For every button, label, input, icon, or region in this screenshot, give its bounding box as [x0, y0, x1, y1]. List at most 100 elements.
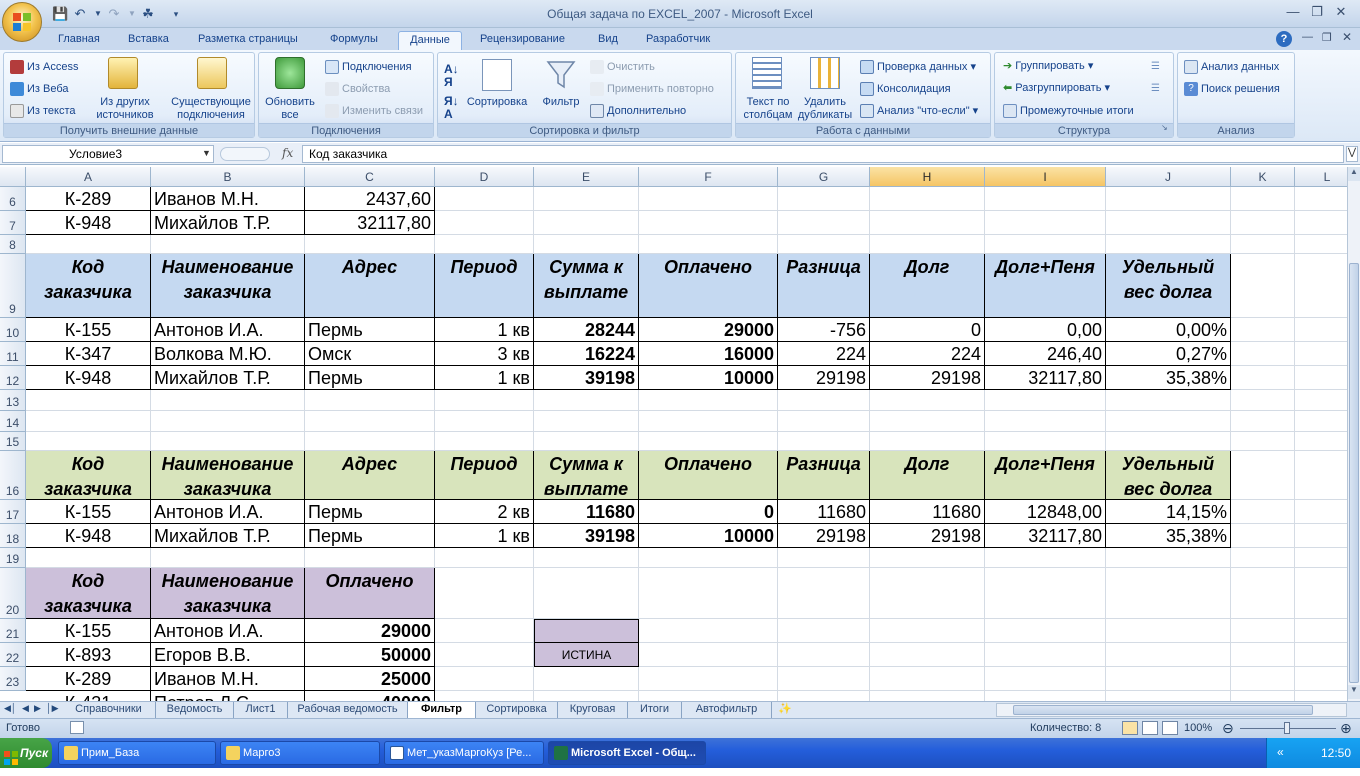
column-header-c[interactable]: C — [305, 167, 435, 187]
prev-sheet-icon[interactable]: ◀ — [22, 703, 29, 714]
table3-cell[interactable]: 25000 — [305, 667, 435, 691]
edit-links-button[interactable]: Изменить связи — [325, 104, 423, 118]
table1-header-cell[interactable]: Наименование заказчика — [151, 254, 305, 318]
data-analysis-button[interactable]: Анализ данных — [1184, 60, 1279, 74]
consolidate-button[interactable]: Консолидация — [860, 82, 951, 96]
table2-cell[interactable]: 35,38% — [1106, 524, 1231, 548]
table1-header-cell[interactable]: Оплачено — [639, 254, 778, 318]
column-header-d[interactable]: D — [435, 167, 534, 187]
table1-cell[interactable]: 0 — [870, 318, 985, 342]
reapply-button[interactable]: Применить повторно — [590, 82, 714, 96]
task-folder-margo3[interactable]: Марго3 — [220, 741, 380, 765]
table2-cell[interactable]: 2 кв — [435, 500, 534, 524]
insert-function-icon[interactable]: fx — [282, 146, 293, 160]
cell-amount[interactable]: 32117,80 — [305, 211, 435, 235]
other-sources-button[interactable]: Из других источников — [90, 96, 160, 122]
vertical-scrollbar[interactable]: ▲ ▼ — [1347, 167, 1360, 701]
table1-header-cell[interactable]: Сумма к выплате — [534, 254, 639, 318]
minimize-doc-icon[interactable]: — — [1302, 31, 1313, 43]
scroll-up-icon[interactable]: ▲ — [1348, 167, 1360, 181]
row-header-19[interactable]: 19 — [0, 548, 26, 568]
sheet-tab[interactable]: Итоги — [628, 702, 682, 718]
table1-cell[interactable]: 224 — [870, 342, 985, 366]
row-header-7[interactable]: 7 — [0, 211, 26, 235]
next-sheet-icon[interactable]: ▶ — [34, 703, 41, 714]
table2-header-cell[interactable]: Наименование заказчика — [151, 451, 305, 500]
subtotal-button[interactable]: Промежуточные итоги — [1003, 104, 1134, 118]
zoom-in-icon[interactable]: ⊕ — [1340, 720, 1352, 737]
table1-cell[interactable]: Пермь — [305, 318, 435, 342]
table1-cell[interactable]: 29198 — [778, 366, 870, 390]
group-button[interactable]: ➔ Группировать ▾ — [1003, 60, 1093, 73]
table2-cell[interactable]: 29198 — [870, 524, 985, 548]
table1-cell[interactable]: 0,27% — [1106, 342, 1231, 366]
table2-cell[interactable]: 14,15% — [1106, 500, 1231, 524]
close-doc-icon[interactable]: ✕ — [1342, 30, 1352, 44]
insert-sheet-icon[interactable]: ✨ — [778, 702, 792, 715]
table1-cell[interactable]: К-155 — [26, 318, 151, 342]
cell-amount[interactable]: 2437,60 — [305, 187, 435, 211]
row-header-8[interactable]: 8 — [0, 235, 26, 254]
table2-cell[interactable]: К-155 — [26, 500, 151, 524]
sort-button[interactable]: Сортировка — [464, 96, 530, 109]
row-header-12[interactable]: 12 — [0, 366, 26, 390]
row-header-13[interactable]: 13 — [0, 390, 26, 411]
table1-cell[interactable]: 35,38% — [1106, 366, 1231, 390]
table2-cell[interactable]: 11680 — [534, 500, 639, 524]
scroll-down-icon[interactable]: ▼ — [1348, 685, 1360, 699]
text-to-columns-button[interactable]: Текст по столбцам — [738, 96, 798, 122]
hide-detail-icon[interactable]: ☰ — [1151, 83, 1160, 94]
what-if-button[interactable]: Анализ "что-если" ▾ — [860, 104, 978, 118]
from-access-button[interactable]: Из Access — [10, 60, 78, 74]
table1-cell[interactable]: 32117,80 — [985, 366, 1106, 390]
table3-cell[interactable]: К-155 — [26, 619, 151, 643]
data-validation-button[interactable]: Проверка данных ▾ — [860, 60, 976, 74]
table2-header-cell[interactable]: Код заказчика — [26, 451, 151, 500]
table2-cell[interactable]: 39198 — [534, 524, 639, 548]
table1-cell[interactable]: 28244 — [534, 318, 639, 342]
remove-duplicates-button[interactable]: Удалить дубликаты — [794, 96, 856, 122]
table1-cell[interactable]: Пермь — [305, 366, 435, 390]
table1-cell[interactable]: 0,00 — [985, 318, 1106, 342]
table1-cell[interactable]: 39198 — [534, 366, 639, 390]
table2-header-cell[interactable]: Долг — [870, 451, 985, 500]
row-header-18[interactable]: 18 — [0, 524, 26, 548]
table3-cell[interactable]: Иванов М.Н. — [151, 667, 305, 691]
advanced-filter-button[interactable]: Дополнительно — [590, 104, 686, 118]
table1-cell[interactable]: 10000 — [639, 366, 778, 390]
table1-cell[interactable]: 16224 — [534, 342, 639, 366]
minimize-icon[interactable]: — — [1282, 3, 1304, 21]
table1-cell[interactable]: Омск — [305, 342, 435, 366]
table2-cell[interactable]: 11680 — [870, 500, 985, 524]
column-header-f[interactable]: F — [639, 167, 778, 187]
table2-header-cell[interactable]: Адрес — [305, 451, 435, 500]
table2-cell[interactable]: 29198 — [778, 524, 870, 548]
sheet-tab[interactable]: Сортировка — [476, 702, 558, 718]
tab-developer[interactable]: Разработчик — [642, 31, 714, 50]
name-box[interactable]: Условие3 — [2, 145, 214, 163]
row-header-9[interactable]: 9 — [0, 254, 26, 318]
table1-cell[interactable]: 224 — [778, 342, 870, 366]
criteria-value-cell[interactable]: ИСТИНА — [534, 643, 639, 667]
cell-code[interactable]: К-948 — [26, 211, 151, 235]
column-header-b[interactable]: B — [151, 167, 305, 187]
dialog-launcher-icon[interactable]: ↘ — [1161, 123, 1168, 132]
column-header-l[interactable]: L — [1295, 167, 1347, 187]
table3-header-cell[interactable]: Оплачено — [305, 568, 435, 619]
tab-data[interactable]: Данные — [398, 31, 462, 50]
table2-cell[interactable]: Михайлов Т.Р. — [151, 524, 305, 548]
table2-cell[interactable]: Пермь — [305, 500, 435, 524]
task-folder-prim-baza[interactable]: Прим_База — [58, 741, 216, 765]
help-icon[interactable]: ? — [1276, 31, 1292, 47]
table1-cell[interactable]: 0,00% — [1106, 318, 1231, 342]
row-header-10[interactable]: 10 — [0, 318, 26, 342]
table1-header-cell[interactable]: Адрес — [305, 254, 435, 318]
table1-header-cell[interactable]: Код заказчика — [26, 254, 151, 318]
sheet-tab[interactable]: Автофильтр — [682, 702, 772, 718]
task-word-document[interactable]: Мет_указМаргоКуз [Ре... — [384, 741, 544, 765]
sheet-tab[interactable]: Справочники — [62, 702, 156, 718]
table1-header-cell[interactable]: Удельный вес долга — [1106, 254, 1231, 318]
solver-button[interactable]: ? Поиск решения — [1184, 82, 1280, 96]
tab-home[interactable]: Главная — [54, 31, 104, 50]
table1-cell[interactable]: 29000 — [639, 318, 778, 342]
